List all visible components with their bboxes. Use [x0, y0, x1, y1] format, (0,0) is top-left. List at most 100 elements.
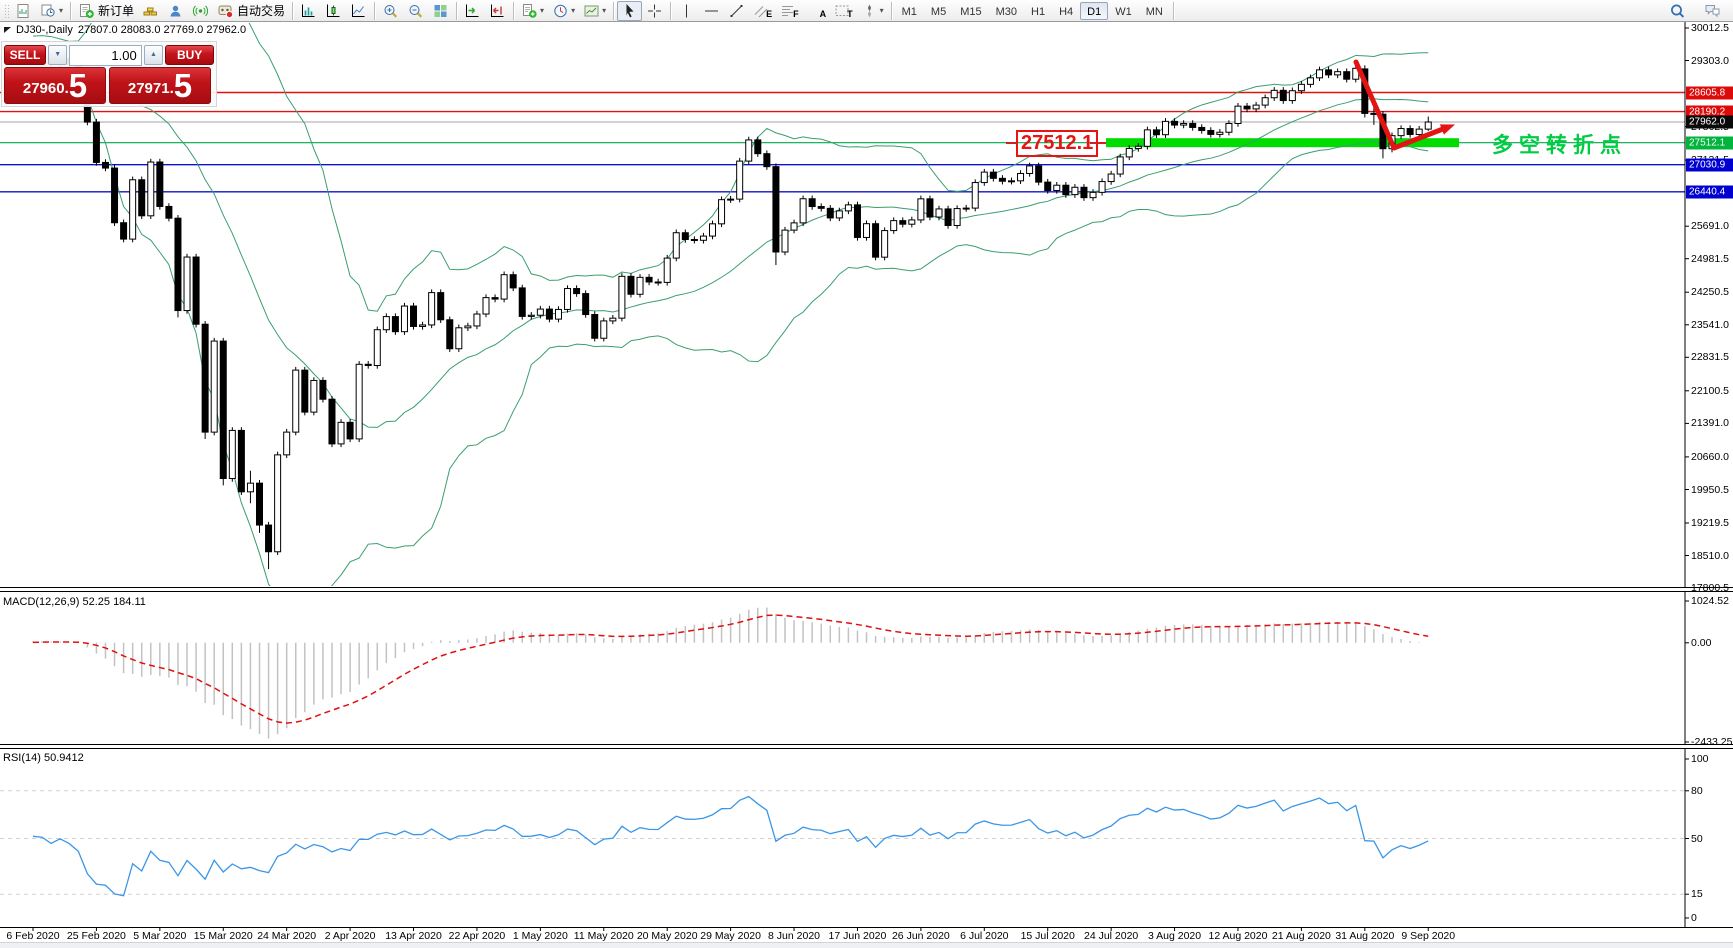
axis-frame: [32, 22, 1689, 931]
line-chart-mode-icon: [350, 3, 367, 19]
price-badge: 27512.1: [1686, 136, 1733, 150]
price-badge: 27030.9: [1686, 158, 1733, 172]
main-macd-separator[interactable]: [0, 587, 1733, 592]
periods-button[interactable]: ▾: [548, 1, 579, 21]
price-tick-label: 18510.0: [1691, 549, 1729, 562]
trendline-button[interactable]: [724, 1, 749, 21]
date-label: 5 Mar 2020: [133, 930, 187, 942]
date-label: 22 Apr 2020: [448, 930, 506, 942]
toolbar-separator: [613, 1, 615, 20]
buy-price-display[interactable]: 27971. 5: [109, 67, 211, 104]
bar-chart-mode-button[interactable]: [296, 1, 321, 21]
chat-button[interactable]: [1700, 1, 1725, 21]
quotes-button[interactable]: [138, 1, 163, 21]
profiles-button[interactable]: ▾: [36, 1, 67, 21]
timeframe-m15[interactable]: M15: [953, 2, 988, 20]
toolbar-group: ▾: [11, 0, 67, 22]
date-label: 3 Aug 2020: [1147, 930, 1202, 942]
cursor-button[interactable]: [617, 0, 643, 21]
trendline-icon: [728, 3, 745, 19]
timeframe-mn[interactable]: MN: [1139, 2, 1170, 20]
candlestick-mode-button[interactable]: [321, 1, 346, 21]
timeframe-m5[interactable]: M5: [924, 2, 953, 20]
support-level-label[interactable]: 27512.1: [1016, 130, 1099, 157]
toolbar-separator: [374, 1, 376, 20]
chart-shift-icon: [489, 3, 506, 19]
auto-scroll-button[interactable]: [460, 1, 485, 21]
toolbar-separator: [670, 1, 672, 20]
rsi-scale-label: 0: [1691, 912, 1697, 924]
date-label: 2 Apr 2020: [324, 930, 376, 942]
buy-button[interactable]: BUY: [165, 45, 214, 65]
sell-button[interactable]: SELL: [4, 45, 46, 65]
auto-scroll-icon: [464, 3, 481, 19]
timeframe-h1[interactable]: H1: [1024, 2, 1052, 20]
price-tick-label: 19950.5: [1691, 483, 1729, 496]
zoom-in-button[interactable]: [378, 1, 403, 21]
macd-pane[interactable]: [32, 607, 1429, 739]
new-chart-button[interactable]: [11, 1, 36, 21]
chart-title: DJ30-,Daily 27807.0 28083.0 27769.0 2796…: [4, 24, 246, 36]
macd-scale-label: 1024.52: [1691, 595, 1729, 607]
profiles-dropdown-icon: ▾: [59, 6, 64, 15]
new-order-button[interactable]: 新订单: [74, 1, 138, 21]
toolbar-separator: [890, 1, 892, 20]
timeframe-h4[interactable]: H4: [1052, 2, 1080, 20]
text-button[interactable]: A: [803, 1, 831, 21]
toolbar-separator: [513, 1, 515, 20]
vertical-line-button[interactable]: [674, 1, 699, 21]
timeframe-m1[interactable]: M1: [895, 2, 924, 20]
indicators-dropdown-icon: ▾: [540, 6, 545, 15]
rsi-scale-label: 50: [1691, 832, 1703, 845]
tile-windows-button[interactable]: [428, 1, 453, 21]
sell-price-display[interactable]: 27960. 5: [4, 67, 106, 104]
price-tick-label: 23541.0: [1691, 318, 1729, 331]
volume-input[interactable]: 1.00: [69, 44, 142, 66]
chart-shift-button[interactable]: [485, 1, 510, 21]
rsi-pane[interactable]: [0, 790, 1685, 897]
level-label-connector: [1006, 142, 1016, 144]
spinner-up-icon: ▲: [150, 51, 157, 58]
toolbar: ▾ 新订单 自动交易 ▾ ▾ ▾ E F A T ▾ M1 M5 M15 M30 H1 H4 D1 W1 MN: [0, 0, 1733, 22]
line-chart-mode-button[interactable]: [346, 1, 371, 21]
main-pane[interactable]: [0, 0, 1685, 604]
new-order-label: 新订单: [98, 4, 135, 18]
news-signal-button[interactable]: [188, 1, 213, 21]
toolbar-group: ▾ ▾ ▾: [517, 0, 610, 22]
arrows-button[interactable]: ▾: [857, 1, 888, 21]
timeframe-w1[interactable]: W1: [1108, 2, 1139, 20]
auto-trading-icon: [217, 3, 234, 19]
indicators-button[interactable]: ▾: [517, 1, 548, 21]
trend-arrow-object[interactable]: [1353, 59, 1455, 151]
arrows-icon: [861, 3, 878, 19]
equidistant-channel-button[interactable]: E: [749, 1, 776, 21]
auto-trading-button[interactable]: 自动交易: [213, 1, 289, 21]
date-label: 12 Aug 2020: [1208, 930, 1268, 942]
crosshair-button[interactable]: [642, 1, 667, 21]
date-label: 13 Apr 2020: [385, 930, 442, 942]
support-band-object[interactable]: [1106, 138, 1459, 148]
volume-decrease-button[interactable]: ▼: [47, 45, 68, 65]
tile-windows-icon: [432, 3, 449, 19]
bollinger-bands: [32, 23, 1429, 586]
date-label: 15 Jul 2020: [1020, 930, 1075, 942]
timeframe-d1[interactable]: D1: [1080, 1, 1109, 20]
mql5-community-button[interactable]: [163, 1, 188, 21]
toolbar-separator: [1172, 1, 1174, 20]
timeframe-m30[interactable]: M30: [989, 2, 1024, 20]
text-label-button[interactable]: T: [830, 1, 857, 21]
annotation-note[interactable]: 多空转折点: [1492, 129, 1627, 159]
zoom-out-button[interactable]: [403, 1, 428, 21]
text-label-letter: T: [847, 8, 853, 19]
macd-rsi-separator[interactable]: [0, 744, 1733, 749]
search-button[interactable]: [1665, 1, 1690, 21]
toolbar-separator: [70, 1, 72, 20]
price-badge: 27962.0: [1686, 115, 1733, 129]
symbol-period: DJ30-,Daily: [16, 24, 73, 36]
toolbar-group: [296, 0, 371, 22]
new-chart-icon: [15, 3, 32, 19]
volume-increase-button[interactable]: ▲: [143, 45, 164, 65]
templates-button[interactable]: ▾: [579, 1, 610, 21]
fibonacci-button[interactable]: F: [776, 1, 803, 21]
horizontal-line-button[interactable]: [699, 1, 724, 21]
